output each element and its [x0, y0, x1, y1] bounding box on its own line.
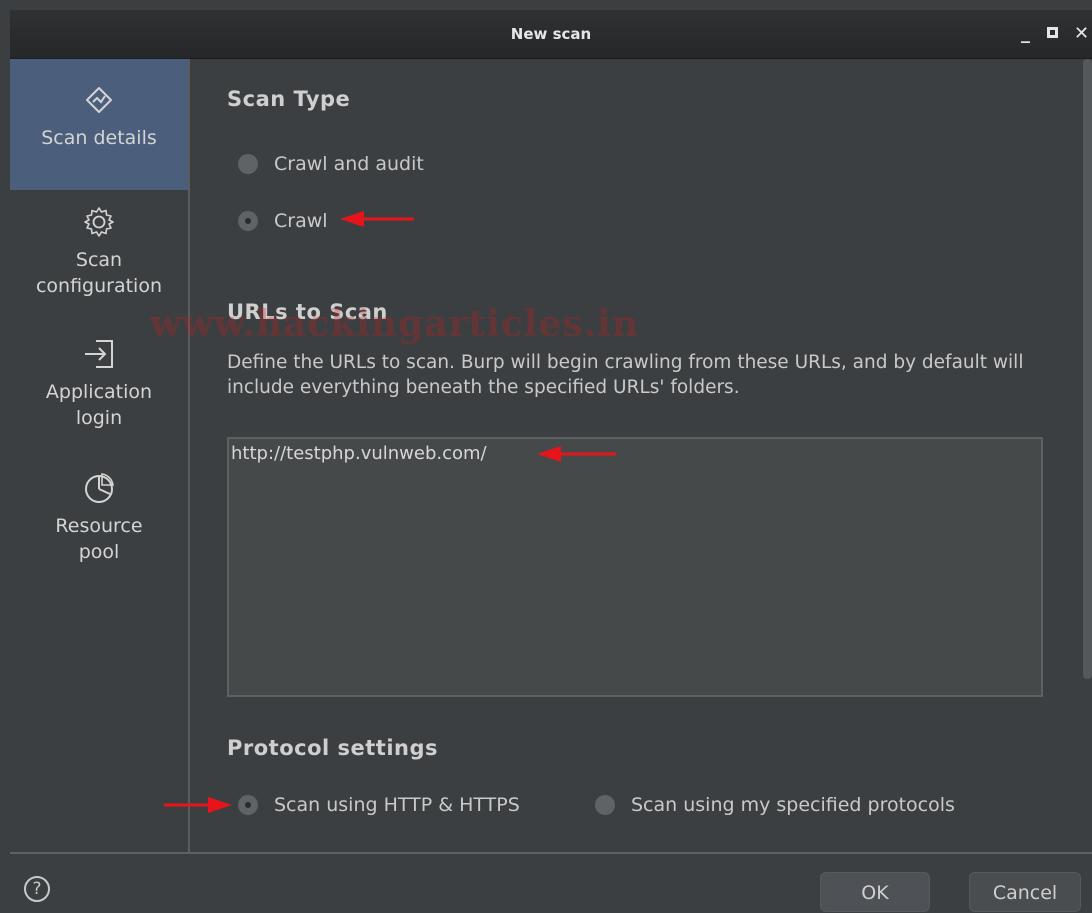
urls-textarea[interactable]: http://testphp.vulnweb.com/: [227, 437, 1043, 697]
sidebar-item-resource-pool[interactable]: Resource pool: [10, 471, 188, 581]
scan-type-heading: Scan Type: [227, 87, 351, 111]
maximize-button[interactable]: [1047, 27, 1058, 38]
annotation-arrow-icon: [340, 211, 414, 227]
close-button[interactable]: ✕: [1074, 10, 1092, 58]
sidebar-item-application-login[interactable]: Application login: [10, 337, 188, 447]
radio-label: Crawl and audit: [274, 153, 424, 175]
watermark: www.hackingarticles.in: [150, 303, 640, 345]
ok-button[interactable]: OK: [820, 872, 930, 912]
sidebar-item-scan-configuration[interactable]: Scan configuration: [10, 205, 188, 315]
gear-icon: [84, 207, 114, 237]
radio-crawl-and-audit[interactable]: Crawl and audit: [238, 153, 424, 175]
protocol-heading: Protocol settings: [227, 736, 439, 760]
sidebar-item-label: Resource pool: [55, 515, 143, 563]
annotation-arrow-icon: [164, 797, 232, 813]
window-title: New scan: [510, 25, 592, 43]
urls-description: Define the URLs to scan. Burp will begin…: [227, 352, 1024, 398]
title-bar: New scan _ ✕: [10, 10, 1092, 59]
login-arrow-icon: [85, 340, 113, 368]
radio-specified-protocols[interactable]: Scan using my specified protocols: [595, 794, 955, 816]
sidebar-item-label: Application login: [45, 381, 153, 429]
radio-http-https[interactable]: Scan using HTTP & HTTPS: [238, 794, 520, 816]
radio-label: Scan using my specified protocols: [631, 794, 955, 816]
annotation-arrow-icon: [537, 446, 616, 462]
radio-crawl[interactable]: Crawl: [238, 210, 328, 232]
help-icon[interactable]: ?: [24, 876, 50, 902]
sidebar-item-scan-details[interactable]: Scan details: [10, 59, 188, 190]
radio-button[interactable]: [238, 211, 258, 231]
scrollbar[interactable]: [1083, 59, 1092, 679]
radio-label: Crawl: [274, 210, 328, 232]
pie-chart-icon: [85, 473, 114, 503]
radio-button[interactable]: [238, 795, 258, 815]
radio-button[interactable]: [238, 154, 258, 174]
radio-button[interactable]: [595, 795, 615, 815]
dialog-footer: ? OK Cancel: [10, 852, 1092, 913]
sidebar-item-label: Scan details: [41, 127, 157, 149]
sidebar: Scan details Scan configuration Applicat…: [10, 59, 190, 852]
cancel-button[interactable]: Cancel: [969, 872, 1081, 912]
minimize-button[interactable]: _: [1021, 10, 1030, 58]
radio-label: Scan using HTTP & HTTPS: [274, 794, 520, 816]
compass-icon: [86, 87, 112, 113]
sidebar-item-label: Scan configuration: [35, 249, 163, 297]
scan-details-panel: Scan Type Crawl and audit Crawl URLs to …: [190, 59, 1082, 852]
